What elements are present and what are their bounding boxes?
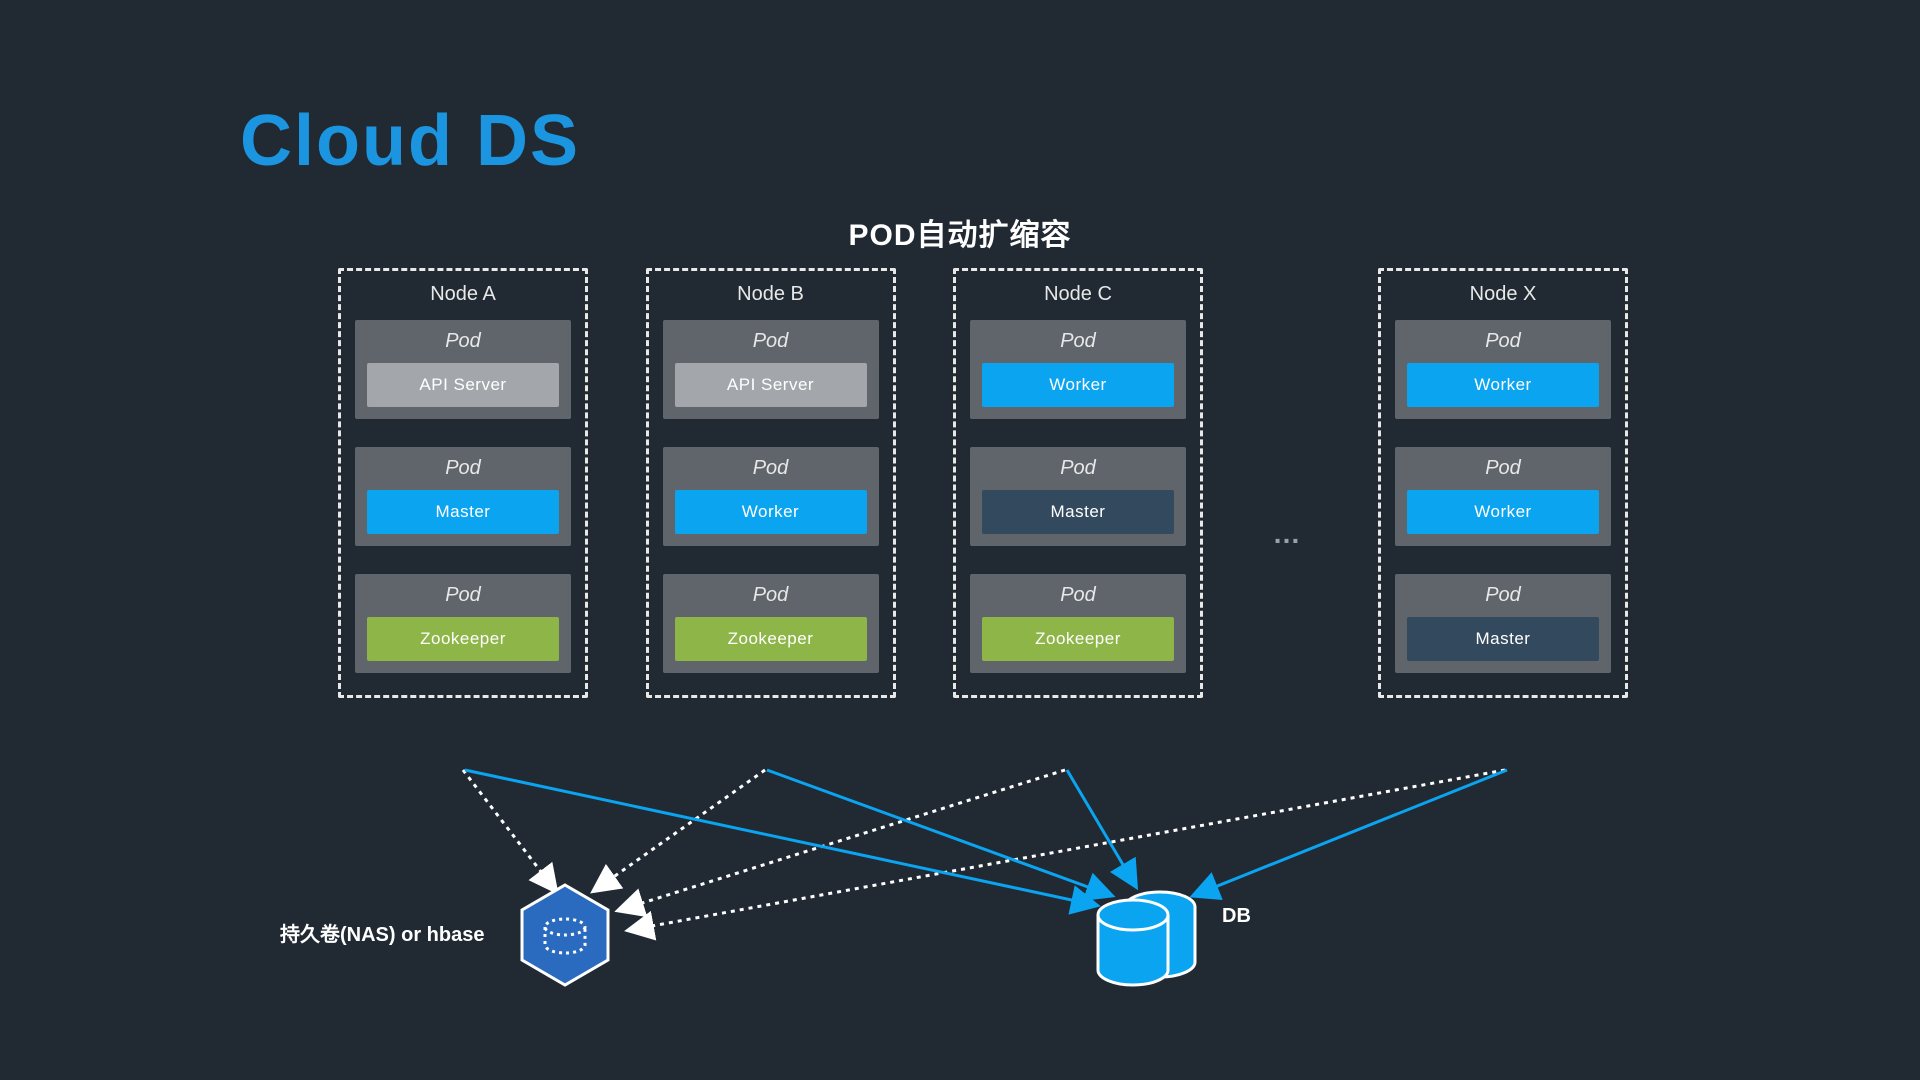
pod-label: Pod <box>1395 574 1611 617</box>
ellipsis-text: … <box>1273 518 1309 550</box>
slide-title: Cloud DS <box>240 100 580 182</box>
node-x-pod3-svc: Master <box>1407 617 1599 661</box>
node-a: Node A Pod API Server Pod Master Pod Zoo… <box>338 268 588 698</box>
node-b-pod-1: Pod API Server <box>663 320 879 419</box>
pod-label: Pod <box>663 447 879 490</box>
storage-nas-label: 持久卷(NAS) or hbase <box>280 918 484 947</box>
node-x-title: Node X <box>1395 283 1611 306</box>
storage-nas-icon <box>522 885 608 985</box>
nodes-row: Node A Pod API Server Pod Master Pod Zoo… <box>338 268 1628 698</box>
node-b-pod-3: Pod Zookeeper <box>663 574 879 673</box>
pod-label: Pod <box>355 447 571 490</box>
slide-subtitle: POD自动扩缩容 <box>848 210 1071 254</box>
ellipsis: … <box>1261 268 1321 550</box>
node-b-pod2-svc: Worker <box>675 490 867 534</box>
pod-label: Pod <box>663 574 879 617</box>
storage-db-icon <box>1098 892 1195 985</box>
node-x-pod-1: Pod Worker <box>1395 320 1611 419</box>
node-a-pod3-svc: Zookeeper <box>367 617 559 661</box>
pod-label: Pod <box>970 447 1186 490</box>
pod-label: Pod <box>1395 320 1611 363</box>
node-c-title: Node C <box>970 283 1186 306</box>
node-c-pod3-svc: Zookeeper <box>982 617 1174 661</box>
node-b: Node B Pod API Server Pod Worker Pod Zoo… <box>646 268 896 698</box>
node-c-pod-2: Pod Master <box>970 447 1186 546</box>
node-a-pod2-svc: Master <box>367 490 559 534</box>
node-x-pod2-svc: Worker <box>1407 490 1599 534</box>
node-a-pod1-svc: API Server <box>367 363 559 407</box>
node-c-pod2-svc: Master <box>982 490 1174 534</box>
pod-label: Pod <box>970 320 1186 363</box>
node-x-pod1-svc: Worker <box>1407 363 1599 407</box>
pod-label: Pod <box>355 574 571 617</box>
node-a-title: Node A <box>355 283 571 306</box>
node-b-title: Node B <box>663 283 879 306</box>
node-x-pod-2: Pod Worker <box>1395 447 1611 546</box>
node-b-pod3-svc: Zookeeper <box>675 617 867 661</box>
node-c-pod1-svc: Worker <box>982 363 1174 407</box>
pod-label: Pod <box>970 574 1186 617</box>
node-a-pod-2: Pod Master <box>355 447 571 546</box>
node-c-pod-3: Pod Zookeeper <box>970 574 1186 673</box>
node-a-pod-3: Pod Zookeeper <box>355 574 571 673</box>
storage-db-label: DB <box>1222 905 1251 928</box>
node-x: Node X Pod Worker Pod Worker Pod Master <box>1378 268 1628 698</box>
node-b-pod-2: Pod Worker <box>663 447 879 546</box>
node-b-pod1-svc: API Server <box>675 363 867 407</box>
node-x-pod-3: Pod Master <box>1395 574 1611 673</box>
pod-label: Pod <box>355 320 571 363</box>
node-c-pod-1: Pod Worker <box>970 320 1186 419</box>
node-a-pod-1: Pod API Server <box>355 320 571 419</box>
pod-label: Pod <box>663 320 879 363</box>
node-c: Node C Pod Worker Pod Master Pod Zookeep… <box>953 268 1203 698</box>
pod-label: Pod <box>1395 447 1611 490</box>
